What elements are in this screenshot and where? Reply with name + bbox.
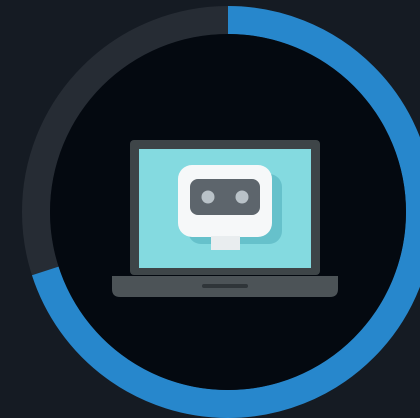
progress-widget [0,0,420,418]
robot-visor [190,179,260,215]
laptop-trackpad [202,284,248,288]
laptop-robot-icon [112,140,338,297]
circular-progress-ring [22,6,420,418]
robot-neck [211,236,240,250]
robot-eye-left [201,190,215,204]
robot-eye-right [235,190,249,204]
